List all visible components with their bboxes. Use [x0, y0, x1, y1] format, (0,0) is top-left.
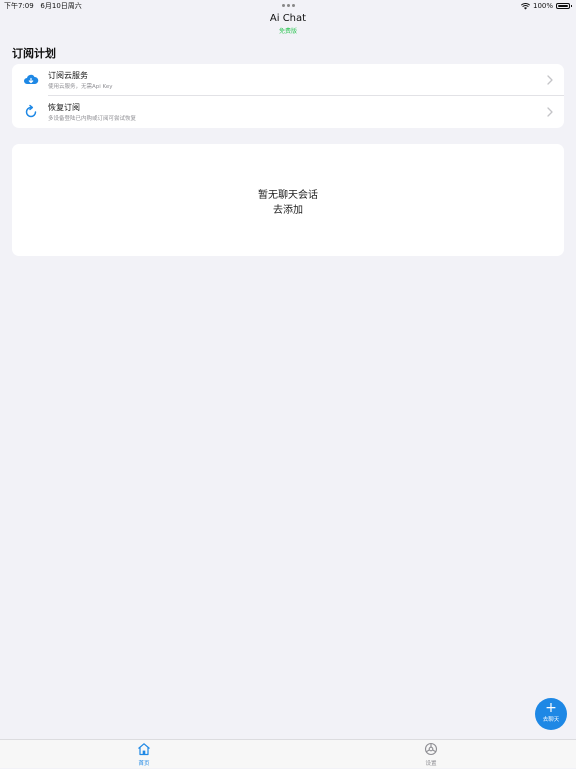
- nav-title: Ai Chat: [269, 13, 307, 24]
- empty-chat-card[interactable]: 暂无聊天会话 去添加: [12, 144, 564, 256]
- subscription-card: 订阅云服务 使用云服务，无需Api Key 恢复订阅 多设备登陆已内购或订阅可尝…: [12, 64, 564, 128]
- battery-icon: [556, 3, 572, 9]
- battery-percent: 100%: [532, 2, 553, 10]
- chevron-right-icon: [547, 107, 553, 117]
- wifi-icon: [520, 2, 530, 9]
- home-icon: [138, 743, 150, 756]
- new-chat-fab-label: 去聊天: [542, 717, 560, 723]
- tab-bar: 首页 设置: [0, 739, 576, 768]
- status-time: 下午7:09: [4, 2, 34, 10]
- subscribe-cloud-desc: 使用云服务，无需Api Key: [48, 84, 113, 90]
- gear-icon: [424, 742, 438, 756]
- nav-subtitle-plan: 免费版: [278, 28, 297, 35]
- restore-subscription-title: 恢复订阅: [48, 103, 80, 112]
- restore-subscription-desc: 多设备登陆已内购或订阅可尝试恢复: [48, 116, 137, 122]
- plus-icon: +: [545, 700, 557, 716]
- subscribe-cloud-row[interactable]: 订阅云服务 使用云服务，无需Api Key: [12, 64, 564, 96]
- tab-home[interactable]: 首页: [114, 740, 174, 769]
- subscribe-cloud-title: 订阅云服务: [48, 71, 88, 80]
- status-date: 6月10日周六: [40, 2, 82, 10]
- add-chat-link[interactable]: 去添加: [12, 201, 564, 216]
- chevron-right-icon: [547, 75, 553, 85]
- refresh-icon: [25, 104, 37, 118]
- tab-settings[interactable]: 设置: [401, 740, 461, 769]
- status-bar: 下午7:09 6月10日周六 100%: [0, 0, 576, 12]
- new-chat-fab[interactable]: + 去聊天: [535, 698, 567, 730]
- status-indicators: 100%: [520, 0, 572, 12]
- cloud-download-icon: [24, 74, 39, 84]
- multitasking-dots[interactable]: [282, 4, 295, 7]
- tab-home-label: 首页: [138, 761, 150, 767]
- empty-chat-title: 暂无聊天会话: [258, 190, 318, 201]
- status-time-date: 下午7:09 6月10日周六: [4, 0, 82, 12]
- section-title-subscription: 订阅计划: [12, 47, 56, 60]
- tab-settings-label: 设置: [425, 761, 437, 767]
- restore-subscription-row[interactable]: 恢复订阅 多设备登陆已内购或订阅可尝试恢复: [12, 96, 564, 128]
